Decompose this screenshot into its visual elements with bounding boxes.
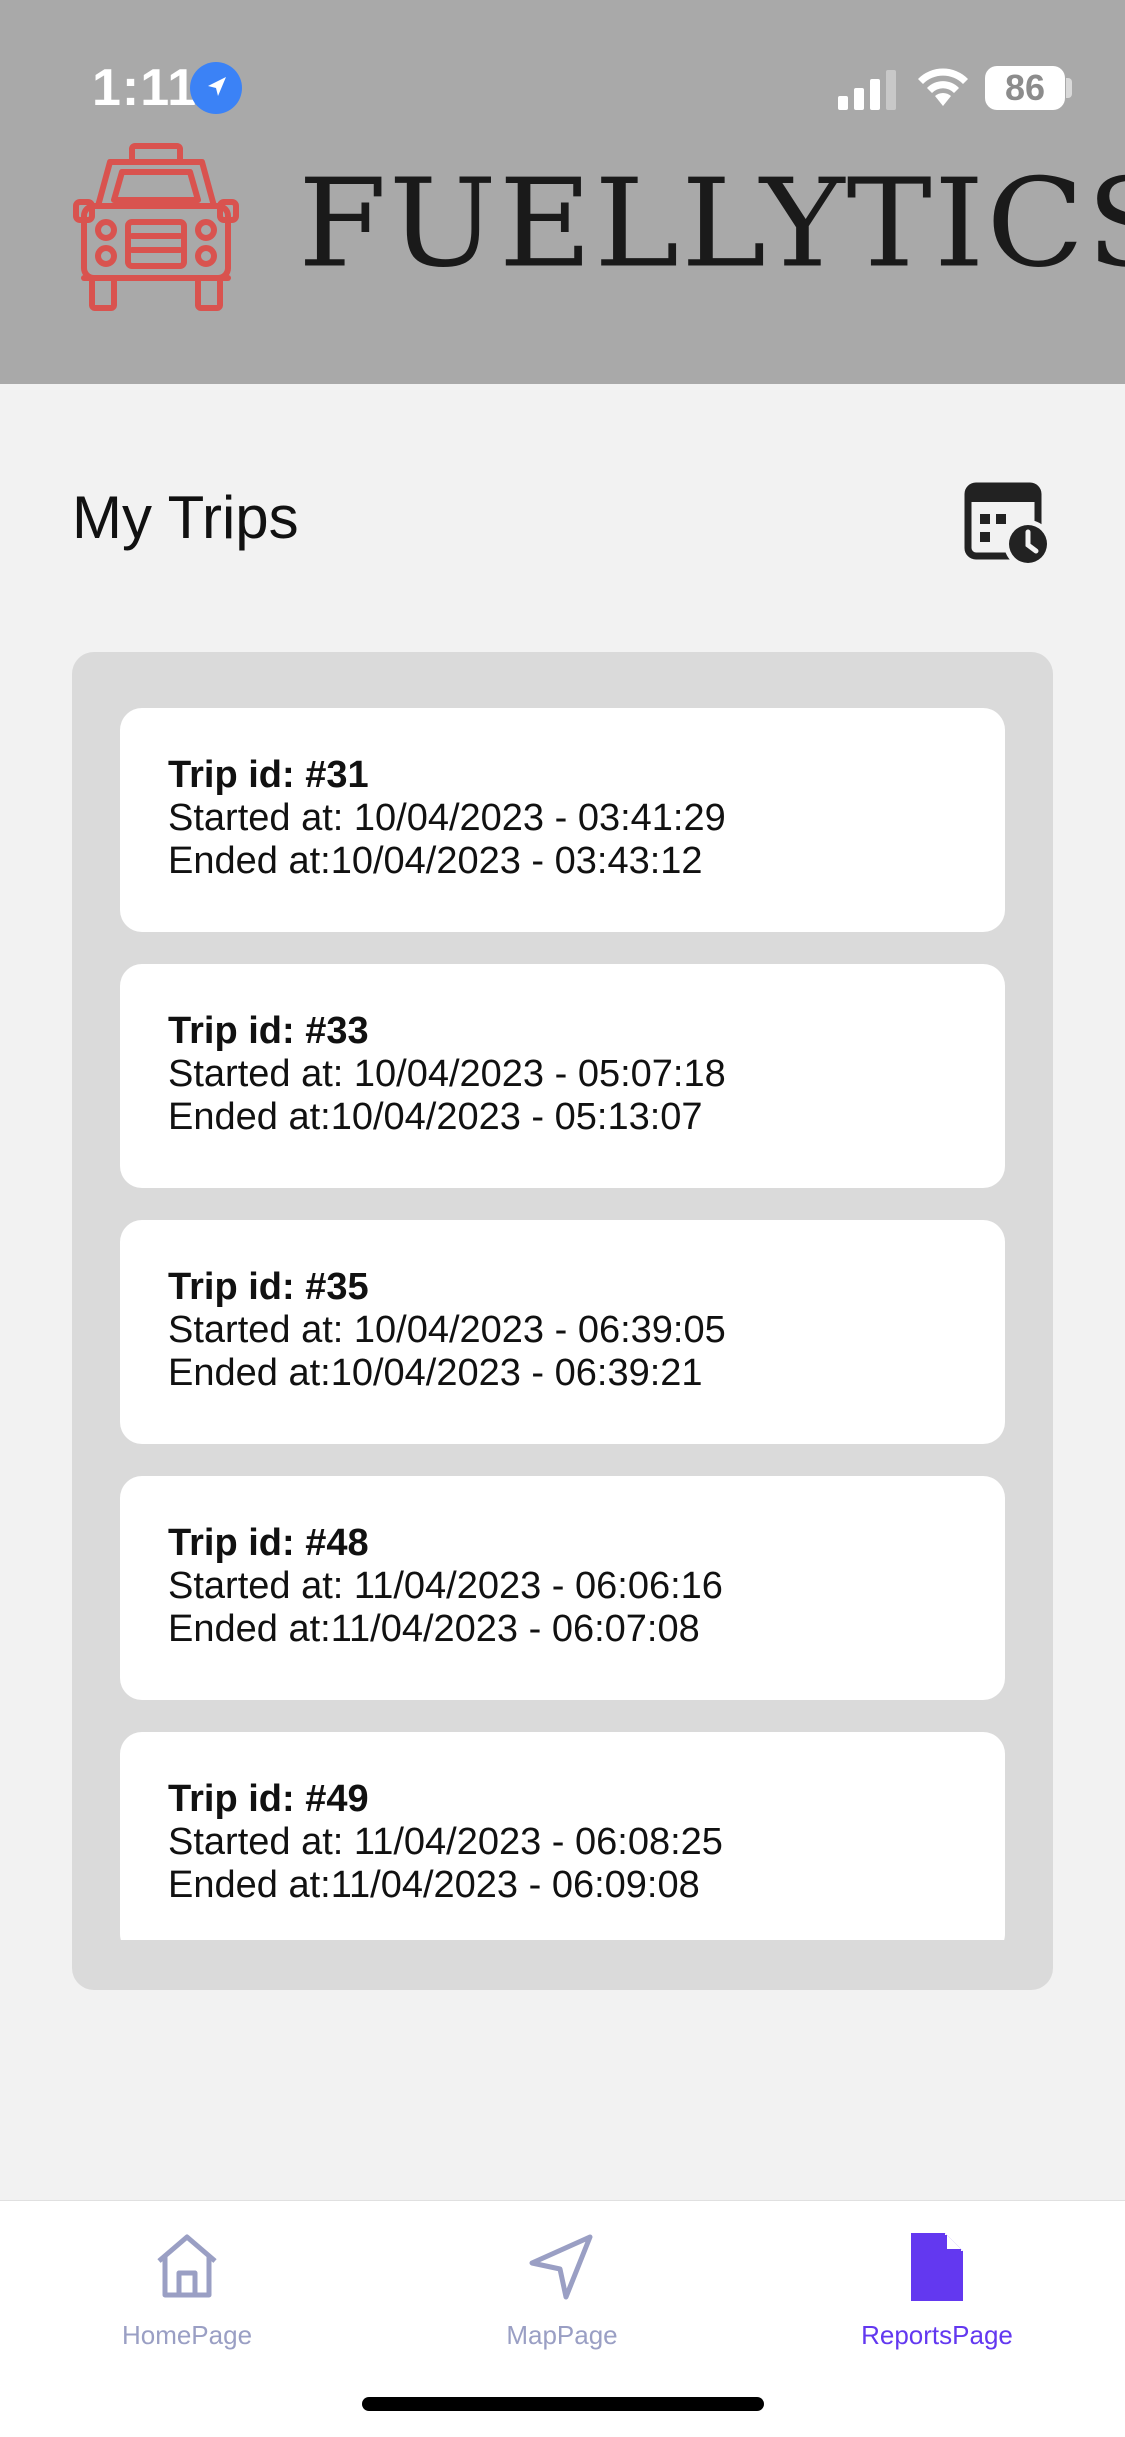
trip-ended: Ended at:10/04/2023 - 03:43:12 [168, 840, 703, 882]
tab-mappage[interactable]: MapPage [432, 2227, 692, 2367]
home-icon [157, 2234, 217, 2298]
tab-homepage[interactable]: HomePage [57, 2227, 317, 2367]
trip-id: Trip id: #31 [168, 754, 369, 796]
page-title: My Trips [72, 484, 299, 551]
status-bar: 1:11 86 [0, 0, 1125, 140]
trip-card[interactable]: Trip id: #35 Started at: 10/04/2023 - 06… [120, 1220, 1005, 1444]
cellular-signal-icon [838, 70, 896, 110]
tab-reportspage-label: ReportsPage [861, 2320, 1013, 2350]
battery-nub [1066, 78, 1072, 98]
trip-card[interactable]: Trip id: #31 Started at: 10/04/2023 - 03… [120, 708, 1005, 932]
battery-level: 86 [985, 66, 1065, 110]
tab-reportspage[interactable]: ReportsPage [807, 2227, 1067, 2367]
trip-started: Started at: 11/04/2023 - 06:08:25 [168, 1821, 723, 1863]
trip-id: Trip id: #48 [168, 1522, 369, 1564]
trip-ended: Ended at:11/04/2023 - 06:07:08 [168, 1608, 700, 1650]
truck-logo-icon [73, 143, 239, 311]
calendar-clock-icon[interactable] [962, 478, 1058, 574]
trip-id: Trip id: #49 [168, 1778, 369, 1820]
trip-ended: Ended at:11/04/2023 - 06:09:08 [168, 1864, 700, 1906]
app-header: 1:11 86 FUELLYTICS [0, 0, 1125, 384]
wifi-icon [918, 68, 968, 106]
trip-id: Trip id: #35 [168, 1266, 369, 1308]
status-time: 1:11 [92, 59, 198, 117]
app-brand-title: FUELLYTICS [298, 153, 1125, 295]
navigation-arrow-icon [529, 2234, 593, 2300]
location-arrow-icon [190, 62, 242, 114]
trip-id: Trip id: #33 [168, 1010, 369, 1052]
trip-started: Started at: 10/04/2023 - 03:41:29 [168, 797, 726, 839]
trip-card[interactable]: Trip id: #48 Started at: 11/04/2023 - 06… [120, 1476, 1005, 1700]
tab-mappage-label: MapPage [506, 2320, 618, 2350]
trip-card[interactable]: Trip id: #33 Started at: 10/04/2023 - 05… [120, 964, 1005, 1188]
trip-started: Started at: 11/04/2023 - 06:06:16 [168, 1565, 723, 1607]
trip-ended: Ended at:10/04/2023 - 06:39:21 [168, 1352, 703, 1394]
trip-ended: Ended at:10/04/2023 - 05:13:07 [168, 1096, 703, 1138]
trip-started: Started at: 10/04/2023 - 06:39:05 [168, 1309, 726, 1351]
tab-homepage-label: HomePage [121, 2320, 253, 2350]
trip-card[interactable]: Trip id: #49 Started at: 11/04/2023 - 06… [120, 1732, 1005, 1940]
trips-list-panel[interactable]: Trip id: #31 Started at: 10/04/2023 - 03… [72, 652, 1053, 1990]
document-icon [911, 2233, 963, 2301]
bottom-tab-bar: HomePage MapPage ReportsPage [0, 2200, 1125, 2437]
trips-list[interactable]: Trip id: #31 Started at: 10/04/2023 - 03… [120, 708, 1005, 1940]
home-indicator [362, 2397, 764, 2411]
trip-started: Started at: 10/04/2023 - 05:07:18 [168, 1053, 726, 1095]
